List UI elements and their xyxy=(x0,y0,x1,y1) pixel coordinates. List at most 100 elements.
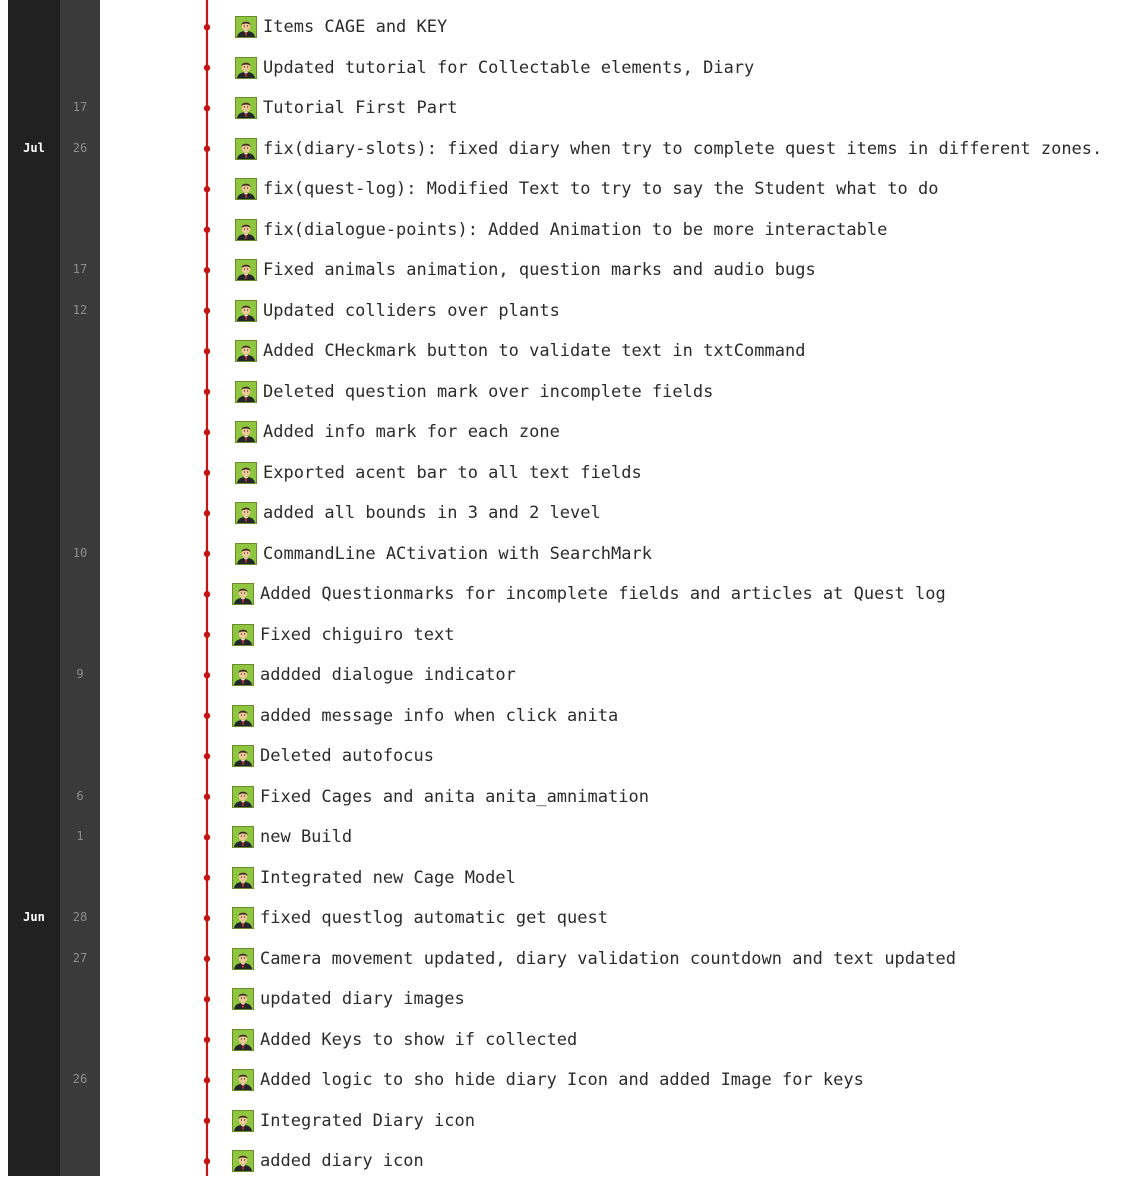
author-avatar xyxy=(232,623,254,646)
commit-message: Fixed Cages and anita anita_amnimation xyxy=(260,786,649,807)
commit-row[interactable]: Added Questionmarks for incomplete field… xyxy=(232,576,946,612)
commit-row[interactable]: Updated colliders over plants xyxy=(235,293,560,329)
commit-row[interactable]: Added logic to sho hide diary Icon and a… xyxy=(232,1062,864,1098)
author-avatar xyxy=(232,866,254,889)
author-avatar xyxy=(232,1150,254,1173)
commit-dot[interactable] xyxy=(203,1036,211,1043)
commit-row[interactable]: fixed questlog automatic get quest xyxy=(232,900,608,936)
commit-row[interactable]: Added CHeckmark button to validate text … xyxy=(235,333,805,369)
commit-message: Deleted autofocus xyxy=(260,746,434,767)
author-avatar xyxy=(232,785,254,808)
commit-message: new Build xyxy=(260,827,353,848)
commit-dot[interactable] xyxy=(203,1158,211,1165)
commit-message: Integrated Diary icon xyxy=(260,1110,475,1131)
commit-message: updated diary images xyxy=(260,989,465,1010)
commit-dot[interactable] xyxy=(203,186,211,193)
commit-message: Fixed chiguiro text xyxy=(260,624,455,645)
commit-row[interactable]: fix(diary-slots): fixed diary when try t… xyxy=(235,131,1102,167)
commit-dot[interactable] xyxy=(203,510,211,517)
author-avatar xyxy=(235,56,257,79)
author-avatar xyxy=(232,1028,254,1051)
commit-row[interactable]: added message info when click anita xyxy=(232,698,618,734)
commit-dot[interactable] xyxy=(203,591,211,598)
commit-message: fix(quest-log): Modified Text to try to … xyxy=(263,179,939,200)
author-avatar xyxy=(232,1109,254,1132)
commit-message: added message info when click anita xyxy=(260,705,619,726)
commit-row[interactable]: Deleted autofocus xyxy=(232,738,434,774)
commit-row[interactable]: CommandLine ACtivation with SearchMark xyxy=(235,536,652,572)
commit-row[interactable]: Exported acent bar to all text fields xyxy=(235,455,642,491)
commit-row[interactable]: Items CAGE and KEY xyxy=(235,9,447,45)
author-avatar xyxy=(235,97,257,120)
author-avatar xyxy=(235,178,257,201)
commit-dot[interactable] xyxy=(203,712,211,719)
commit-row[interactable]: addded dialogue indicator xyxy=(232,657,516,693)
commit-dot[interactable] xyxy=(203,915,211,922)
commit-row[interactable]: Updated tutorial for Collectable element… xyxy=(235,50,754,86)
commit-dot[interactable] xyxy=(203,64,211,71)
author-avatar xyxy=(232,664,254,687)
commit-row[interactable]: Fixed animals animation, question marks … xyxy=(235,252,816,288)
commit-dot[interactable] xyxy=(203,1077,211,1084)
commit-row[interactable]: Fixed chiguiro text xyxy=(232,617,454,653)
author-avatar xyxy=(235,542,257,565)
commit-dot[interactable] xyxy=(203,145,211,152)
commit-row[interactable]: added all bounds in 3 and 2 level xyxy=(235,495,601,531)
commit-row[interactable]: Added Keys to show if collected xyxy=(232,1022,577,1058)
commit-dot[interactable] xyxy=(203,307,211,314)
commit-dot[interactable] xyxy=(203,429,211,436)
commit-dot[interactable] xyxy=(203,834,211,841)
commit-dot[interactable] xyxy=(203,267,211,274)
author-avatar xyxy=(232,988,254,1011)
commit-row[interactable]: Fixed Cages and anita anita_amnimation xyxy=(232,779,649,815)
commit-row[interactable]: fix(quest-log): Modified Text to try to … xyxy=(235,171,939,207)
commit-dot[interactable] xyxy=(203,1117,211,1124)
commit-dot[interactable] xyxy=(203,24,211,31)
author-avatar xyxy=(235,340,257,363)
commit-message: added all bounds in 3 and 2 level xyxy=(263,503,601,524)
commit-message: Added logic to sho hide diary Icon and a… xyxy=(260,1070,864,1091)
commit-row[interactable]: Tutorial First Part xyxy=(235,90,457,126)
commit-message: Integrated new Cage Model xyxy=(260,867,516,888)
commit-message: Fixed animals animation, question marks … xyxy=(263,260,816,281)
commit-dot[interactable] xyxy=(203,753,211,760)
commit-row[interactable]: added diary icon xyxy=(232,1143,424,1179)
commit-message: Deleted question mark over incomplete fi… xyxy=(263,381,714,402)
author-avatar xyxy=(235,461,257,484)
commit-message: fix(dialogue-points): Added Animation to… xyxy=(263,219,888,240)
commit-dot[interactable] xyxy=(203,105,211,112)
author-avatar xyxy=(235,218,257,241)
commit-message: fixed questlog automatic get quest xyxy=(260,908,608,929)
commit-row[interactable]: Integrated new Cage Model xyxy=(232,860,516,896)
commit-dot[interactable] xyxy=(203,672,211,679)
commit-dot[interactable] xyxy=(203,955,211,962)
commit-message: added diary icon xyxy=(260,1151,424,1172)
commit-dot[interactable] xyxy=(203,874,211,881)
commit-dot[interactable] xyxy=(203,469,211,476)
commit-row[interactable]: updated diary images xyxy=(232,981,465,1017)
commit-row[interactable]: Added info mark for each zone xyxy=(235,414,560,450)
commit-message: Exported acent bar to all text fields xyxy=(263,462,642,483)
commit-dot[interactable] xyxy=(203,388,211,395)
commit-row[interactable]: new Build xyxy=(232,819,352,855)
commit-row[interactable]: fix(dialogue-points): Added Animation to… xyxy=(235,212,887,248)
commit-row[interactable]: Deleted question mark over incomplete fi… xyxy=(235,374,713,410)
author-avatar xyxy=(232,704,254,727)
author-avatar xyxy=(232,907,254,930)
author-avatar xyxy=(232,745,254,768)
commit-dot[interactable] xyxy=(203,226,211,233)
author-avatar xyxy=(235,16,257,39)
commit-message: Tutorial First Part xyxy=(263,98,458,119)
commit-dot[interactable] xyxy=(203,348,211,355)
commit-row[interactable]: Camera movement updated, diary validatio… xyxy=(232,941,956,977)
commit-dot[interactable] xyxy=(203,996,211,1003)
author-avatar xyxy=(232,583,254,606)
commit-row[interactable]: Integrated Diary icon xyxy=(232,1103,475,1139)
commit-dot[interactable] xyxy=(203,550,211,557)
author-avatar xyxy=(232,826,254,849)
commit-message: Updated colliders over plants xyxy=(263,300,560,321)
commit-message: Camera movement updated, diary validatio… xyxy=(260,948,956,969)
commit-dot[interactable] xyxy=(203,793,211,800)
commit-dot[interactable] xyxy=(203,631,211,638)
author-avatar xyxy=(232,947,254,970)
